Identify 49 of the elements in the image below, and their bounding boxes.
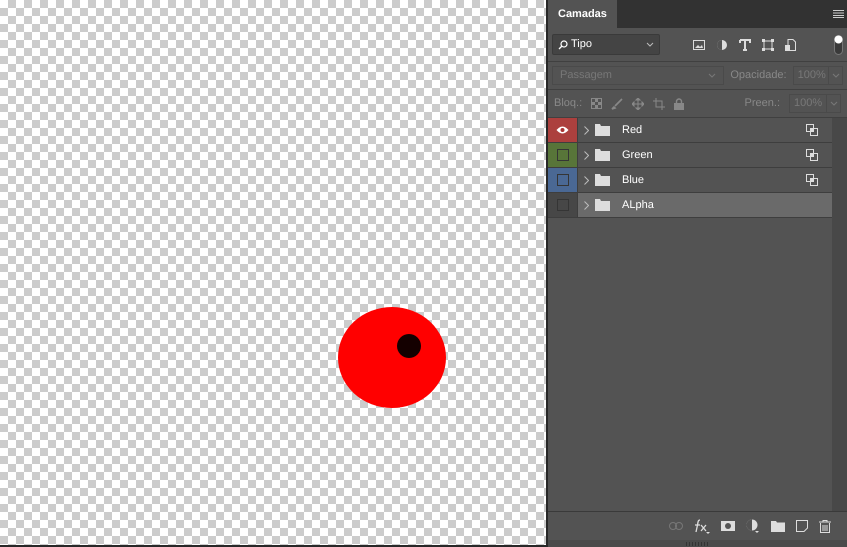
visibility-toggle[interactable] <box>548 168 578 192</box>
layer-row[interactable]: ALpha <box>548 193 832 218</box>
caret-icon <box>832 73 840 78</box>
half-circle-icon[interactable] <box>716 38 728 50</box>
folder-icon <box>595 149 610 161</box>
layer-name: Red <box>622 122 644 138</box>
folder-icon <box>595 124 610 136</box>
expand-chevron-icon[interactable] <box>584 200 589 210</box>
expand-chevron-icon[interactable] <box>584 126 589 134</box>
caret-icon <box>646 42 654 47</box>
overlap-squares-icon <box>806 149 818 161</box>
text-icon[interactable] <box>739 38 751 50</box>
empty-square-icon <box>556 174 568 186</box>
search-icon <box>558 40 568 50</box>
folder-icon[interactable] <box>771 520 785 532</box>
panel-tab[interactable]: Camadas <box>548 0 617 28</box>
folder-icon <box>595 174 610 186</box>
visibility-toggle[interactable] <box>548 193 578 217</box>
filter-value: Tipo <box>571 37 593 52</box>
caret-icon <box>830 101 838 106</box>
resize-handle[interactable] <box>548 540 847 547</box>
layer-name: Blue <box>622 172 646 188</box>
layer-row[interactable]: Red <box>548 118 832 143</box>
toggle-switch[interactable] <box>834 34 843 54</box>
empty-square-icon <box>556 149 568 161</box>
layer-row[interactable]: Green <box>548 143 832 168</box>
trash-icon[interactable] <box>819 520 831 532</box>
folder-icon <box>595 199 610 211</box>
menu-icon[interactable] <box>833 10 844 18</box>
caret-icon <box>708 73 716 78</box>
layer-name: Green <box>622 148 654 163</box>
document-icon[interactable] <box>785 38 796 50</box>
fx-icon[interactable] <box>694 518 710 534</box>
layer-name: ALpha <box>622 198 655 213</box>
overlap-squares-icon <box>806 174 818 186</box>
image-icon[interactable] <box>693 40 705 50</box>
visibility-toggle[interactable] <box>548 118 578 142</box>
checker-icon[interactable] <box>591 98 602 109</box>
new-layer-icon[interactable] <box>796 520 808 532</box>
visibility-toggle[interactable] <box>548 143 578 167</box>
overlap-squares-icon <box>806 124 818 136</box>
eye-icon <box>556 126 569 134</box>
layer-row[interactable]: Blue <box>548 168 832 193</box>
expand-chevron-icon[interactable] <box>584 150 589 160</box>
transform-icon[interactable] <box>762 38 774 50</box>
mask-icon[interactable] <box>721 521 735 531</box>
half-circle-icon[interactable] <box>746 519 760 533</box>
filter-dropdown[interactable]: Tipo <box>552 34 660 55</box>
expand-chevron-icon[interactable] <box>584 176 589 184</box>
